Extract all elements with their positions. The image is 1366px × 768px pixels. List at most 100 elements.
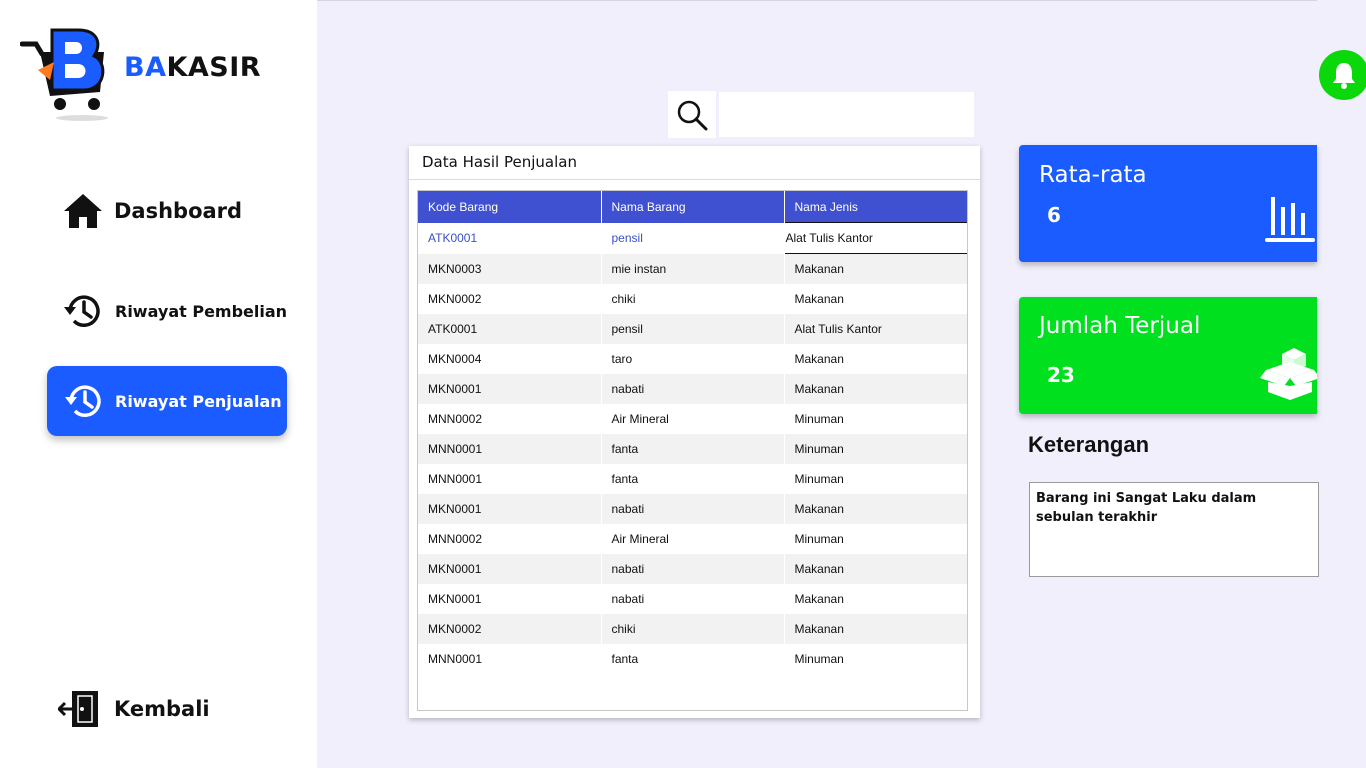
nav-dashboard[interactable]: Dashboard [62, 190, 242, 232]
sold-card-value: 23 [1047, 363, 1075, 387]
keterangan-textarea[interactable]: Barang ini Sangat Laku dalam sebulan ter… [1029, 482, 1319, 577]
cell-nama-barang[interactable]: fanta [601, 434, 785, 464]
sold-card-title: Jumlah Terjual [1039, 313, 1201, 339]
cell-nama-jenis[interactable]: Minuman [784, 434, 967, 464]
table-row[interactable]: MNN0001 fanta Minuman [418, 434, 967, 464]
home-icon [62, 190, 104, 232]
table-row[interactable]: ATK0001 pensil Alat Tulis Kantor [418, 314, 967, 344]
panel-divider [409, 179, 980, 180]
cell-kode-barang[interactable]: MNN0001 [418, 644, 602, 674]
cell-kode-barang[interactable]: ATK0001 [418, 222, 602, 254]
cell-nama-barang[interactable]: taro [601, 344, 785, 374]
nav-dashboard-label: Dashboard [114, 199, 243, 223]
bell-icon [1333, 63, 1355, 89]
table-row[interactable]: MNN0001 fanta Minuman [418, 644, 967, 674]
table-row[interactable]: MKN0001 nabati Makanan [418, 584, 967, 614]
nav-riwayat-penjualan-label: Riwayat Penjualan [115, 391, 282, 411]
cell-kode-barang[interactable]: MKN0003 [418, 253, 602, 284]
cell-nama-barang[interactable]: nabati [601, 374, 785, 404]
cell-nama-barang[interactable]: fanta [601, 464, 785, 494]
search-input[interactable] [719, 92, 974, 137]
cell-nama-jenis[interactable]: Minuman [784, 464, 967, 494]
cell-nama-jenis[interactable]: Makanan [784, 494, 967, 524]
column-header-nama-barang[interactable]: Nama Barang [601, 191, 785, 223]
cell-kode-barang[interactable]: MNN0001 [418, 464, 602, 494]
table-row[interactable]: MNN0002 Air Mineral Minuman [418, 404, 967, 434]
cell-nama-barang[interactable]: Air Mineral [601, 524, 785, 554]
column-header-kode-barang[interactable]: Kode Barang [418, 191, 602, 223]
cell-kode-barang[interactable]: MNN0002 [418, 404, 602, 434]
cell-nama-barang[interactable]: chiki [601, 284, 785, 314]
cell-nama-barang[interactable]: nabati [601, 584, 785, 614]
table-row[interactable]: ATK0001 pensil Alat Tulis Kantor [418, 222, 967, 254]
cell-nama-jenis[interactable]: Makanan [784, 554, 967, 584]
sold-card: Jumlah Terjual 23 [1019, 297, 1317, 414]
cell-kode-barang[interactable]: MKN0004 [418, 344, 602, 374]
exit-door-icon [58, 688, 100, 730]
cell-kode-barang[interactable]: MKN0001 [418, 374, 602, 404]
search-button[interactable] [668, 91, 716, 138]
column-header-nama-jenis[interactable]: Nama Jenis [784, 191, 967, 223]
brand-name: BAKASIR [124, 52, 262, 83]
cell-nama-jenis[interactable]: Alat Tulis Kantor [783, 222, 967, 254]
cell-nama-jenis[interactable]: Makanan [784, 284, 967, 314]
sales-table-panel: Data Hasil Penjualan Kode Barang Nama Ba… [409, 146, 980, 718]
cell-nama-barang[interactable]: chiki [601, 614, 785, 644]
table-row[interactable]: MKN0001 nabati Makanan [418, 554, 967, 584]
cell-nama-jenis[interactable]: Makanan [784, 344, 967, 374]
history-icon [62, 290, 104, 332]
cell-nama-jenis[interactable]: Minuman [784, 644, 967, 674]
nav-riwayat-pembelian-label: Riwayat Pembelian [115, 301, 288, 321]
nav-kembali[interactable]: Kembali [58, 688, 210, 730]
average-card-title: Rata-rata [1039, 162, 1147, 188]
cell-nama-jenis[interactable]: Minuman [784, 524, 967, 554]
cell-kode-barang[interactable]: MKN0002 [418, 284, 602, 314]
table-row[interactable]: MKN0003 mie instan Makanan [418, 253, 967, 284]
cell-nama-jenis[interactable]: Makanan [784, 584, 967, 614]
nav-riwayat-penjualan[interactable]: Riwayat Penjualan [47, 366, 287, 436]
table-body: ATK0001 pensil Alat Tulis Kantor MKN0003 mie… [418, 222, 967, 674]
table-row[interactable]: MKN0001 nabati Makanan [418, 374, 967, 404]
cell-nama-barang[interactable]: Air Mineral [601, 404, 785, 434]
table-row[interactable]: MKN0002 chiki Makanan [418, 284, 967, 314]
cell-kode-barang[interactable]: MKN0002 [418, 614, 602, 644]
history-icon [63, 380, 105, 422]
bar-chart-icon [1265, 197, 1315, 242]
cell-nama-jenis[interactable]: Makanan [784, 253, 967, 284]
cell-nama-barang[interactable]: pensil [601, 314, 785, 344]
average-card: Rata-rata 6 [1019, 145, 1317, 262]
cell-nama-barang[interactable]: nabati [601, 554, 785, 584]
keterangan-title: Keterangan [1028, 432, 1150, 457]
nav-kembali-label: Kembali [114, 697, 210, 721]
cart-logo-icon [20, 28, 108, 121]
panel-title: Data Hasil Penjualan [422, 153, 577, 171]
cell-kode-barang[interactable]: MKN0001 [418, 554, 602, 584]
open-box-icon [1260, 348, 1317, 400]
table-row[interactable]: MNN0001 fanta Minuman [418, 464, 967, 494]
cell-kode-barang[interactable]: MKN0001 [418, 584, 602, 614]
cell-nama-barang[interactable]: nabati [601, 494, 785, 524]
notification-button[interactable] [1319, 50, 1366, 100]
search-icon [677, 100, 708, 130]
sidebar: BAKASIR Dashboard Riwayat Pembelian Riwa… [0, 0, 317, 768]
cell-nama-jenis[interactable]: Alat Tulis Kantor [784, 314, 967, 344]
table-row[interactable]: MNN0002 Air Mineral Minuman [418, 524, 967, 554]
cell-kode-barang[interactable]: ATK0001 [418, 314, 602, 344]
cell-kode-barang[interactable]: MKN0001 [418, 494, 602, 524]
top-divider [317, 0, 1317, 1]
nav-riwayat-pembelian[interactable]: Riwayat Pembelian [62, 290, 287, 332]
table-header-row: Kode Barang Nama Barang Nama Jenis [418, 191, 967, 223]
sales-table-container[interactable]: Kode Barang Nama Barang Nama Jenis ATK00… [417, 190, 968, 711]
cell-kode-barang[interactable]: MNN0001 [418, 434, 602, 464]
sales-table: Kode Barang Nama Barang Nama Jenis ATK00… [418, 191, 967, 674]
table-row[interactable]: MKN0004 taro Makanan [418, 344, 967, 374]
cell-nama-barang[interactable]: mie instan [601, 253, 785, 284]
cell-nama-barang[interactable]: fanta [601, 644, 785, 674]
cell-kode-barang[interactable]: MNN0002 [418, 524, 602, 554]
table-row[interactable]: MKN0002 chiki Makanan [418, 614, 967, 644]
cell-nama-jenis[interactable]: Makanan [784, 374, 967, 404]
cell-nama-jenis[interactable]: Minuman [784, 404, 967, 434]
table-row[interactable]: MKN0001 nabati Makanan [418, 494, 967, 524]
cell-nama-jenis[interactable]: Makanan [784, 614, 967, 644]
cell-nama-barang[interactable]: pensil [601, 222, 785, 254]
